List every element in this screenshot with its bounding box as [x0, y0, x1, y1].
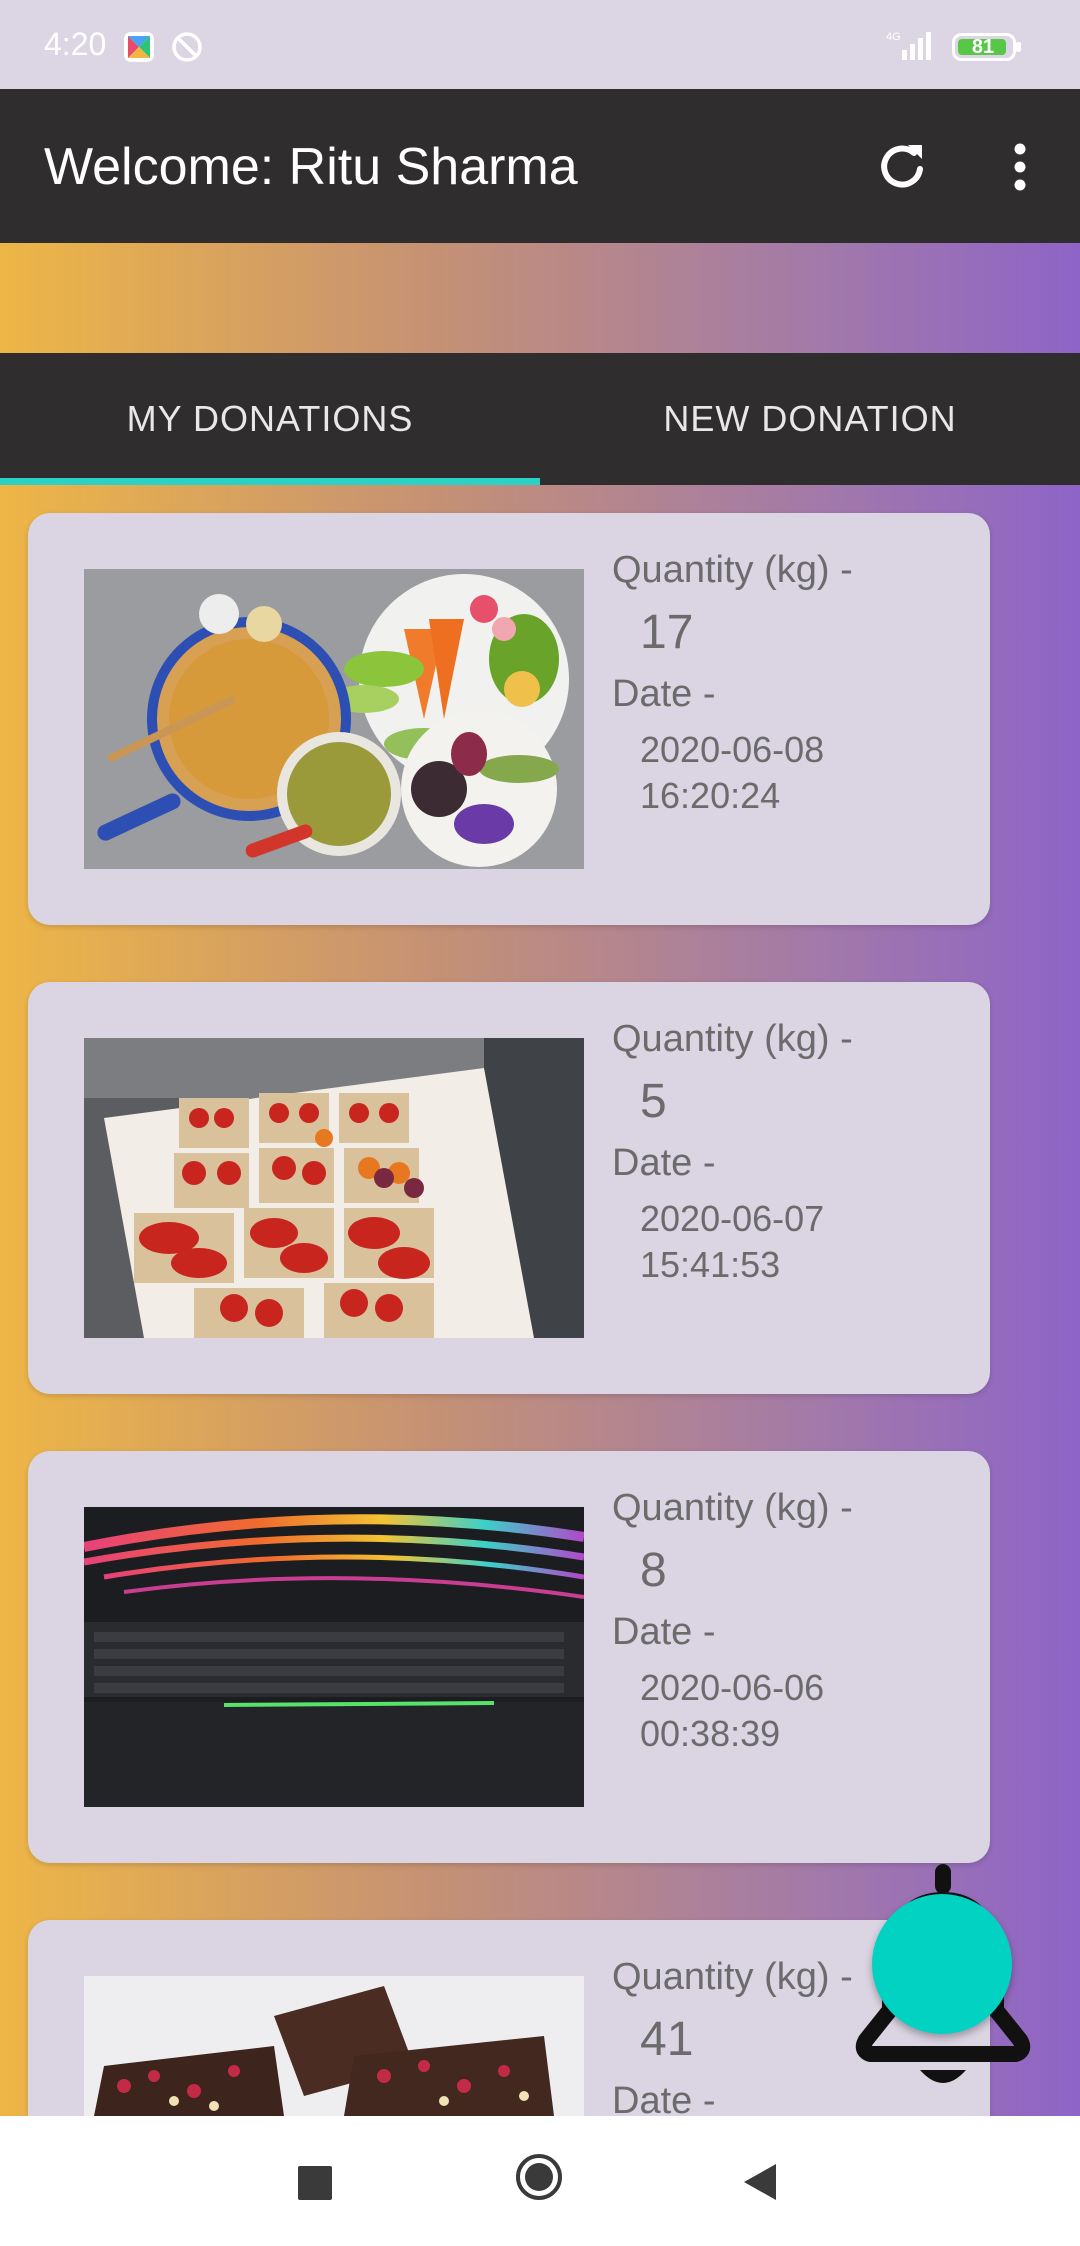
network-type: 4G [886, 31, 901, 43]
sync-icon [172, 32, 202, 62]
donation-card[interactable]: Quantity (kg) - 5 Date - 2020-06-07 15:4… [28, 982, 990, 1394]
app-notification-icon [124, 32, 154, 62]
date-label: Date - [612, 673, 716, 715]
date-time: 16:20:24 [640, 775, 781, 816]
date-value: 2020-06-07 15:41:53 [640, 1196, 940, 1288]
date-day: 2020-06-06 [640, 1667, 825, 1708]
tab-new-donation[interactable]: NEW DONATION [540, 353, 1080, 485]
date-value: 2020-06-08 16:20:24 [640, 727, 940, 819]
date-time: 15:41:53 [640, 1244, 781, 1285]
tab-my-donations[interactable]: MY DONATIONS [0, 353, 540, 485]
date-day: 2020-06-08 [640, 729, 825, 770]
donation-photo [84, 1507, 584, 1807]
status-bar: 4:20 4G 81 [0, 0, 1080, 89]
home-button[interactable] [514, 2152, 564, 2202]
recents-button[interactable] [298, 2166, 332, 2200]
quantity-value: 8 [640, 1544, 667, 1597]
status-time: 4:20 [44, 26, 107, 62]
page-title: Welcome: Ritu Sharma [44, 138, 578, 196]
quantity-label: Quantity (kg) - [612, 1487, 853, 1529]
more-options-icon[interactable] [1000, 139, 1040, 195]
navigation-bar [0, 2116, 1080, 2246]
quantity-value: 17 [640, 606, 694, 659]
notification-fab[interactable] [872, 1894, 1012, 2034]
quantity-label: Quantity (kg) - [612, 1018, 853, 1060]
date-label: Date - [612, 1142, 716, 1184]
quantity-value: 41 [640, 2013, 694, 2066]
battery-level: 81 [971, 36, 995, 58]
donation-card[interactable]: Quantity (kg) - 41 Date - [28, 1920, 990, 2116]
tab-bar: MY DONATIONS NEW DONATION [0, 353, 1080, 485]
signal-icon: 4G [886, 31, 931, 60]
donation-card[interactable]: Quantity (kg) - 8 Date - 2020-06-06 00:3… [28, 1451, 990, 1863]
app-bar: Welcome: Ritu Sharma [0, 89, 1080, 243]
battery-icon: 81 [952, 33, 1022, 61]
quantity-label: Quantity (kg) - [612, 549, 853, 591]
date-label: Date - [612, 1611, 716, 1653]
date-time: 00:38:39 [640, 1713, 781, 1754]
back-button[interactable] [742, 2162, 778, 2202]
donation-photo [84, 1976, 584, 2116]
date-label: Date - [612, 2080, 716, 2116]
quantity-value: 5 [640, 1075, 667, 1128]
donation-card[interactable]: Quantity (kg) - 17 Date - 2020-06-08 16:… [28, 513, 990, 925]
quantity-label: Quantity (kg) - [612, 1956, 853, 1998]
date-day: 2020-06-07 [640, 1198, 825, 1239]
refresh-icon[interactable] [874, 139, 930, 195]
donation-photo [84, 569, 584, 869]
donation-photo [84, 1038, 584, 1338]
date-value: 2020-06-06 00:38:39 [640, 1665, 940, 1757]
tab-indicator [0, 478, 540, 485]
